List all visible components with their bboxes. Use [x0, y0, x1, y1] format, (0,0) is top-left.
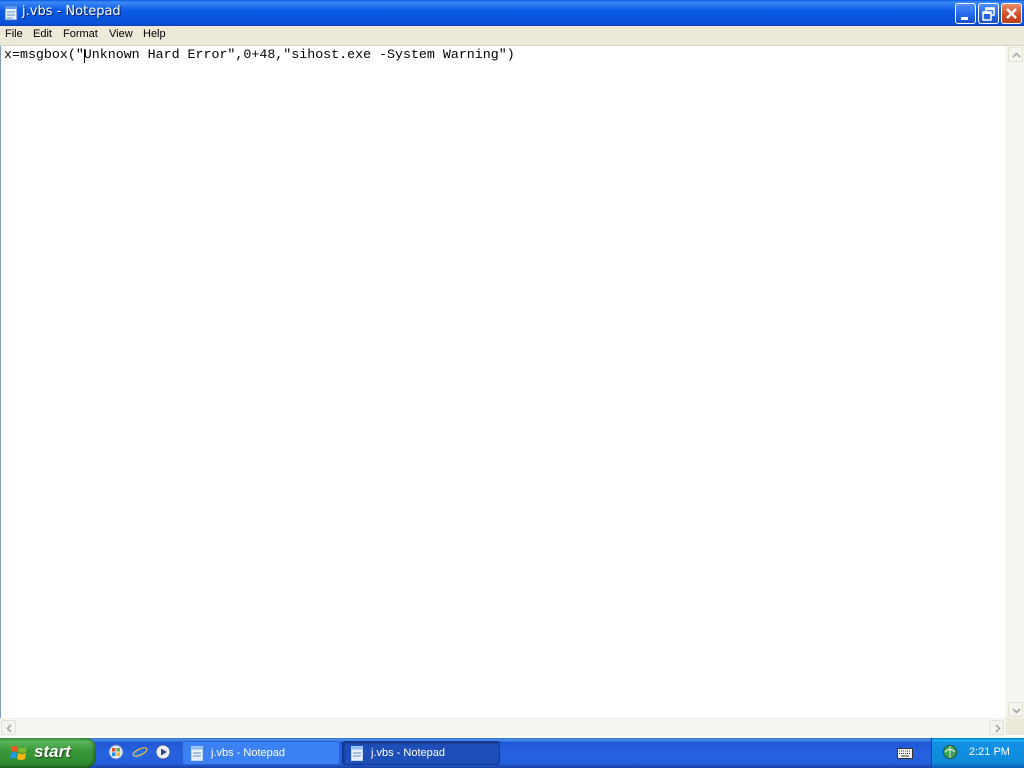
- media-player-icon[interactable]: [155, 744, 171, 760]
- start-button[interactable]: start: [0, 738, 96, 768]
- scroll-up-button[interactable]: [1008, 47, 1023, 62]
- menu-file[interactable]: File: [5, 28, 23, 40]
- taskbar-button-notepad-2[interactable]: j.vbs - Notepad: [342, 741, 500, 765]
- menu-bar: File Edit Format View Help: [0, 26, 1024, 46]
- taskbar-button-label: j.vbs - Notepad: [211, 747, 285, 759]
- arrow-down-icon: [1012, 708, 1021, 714]
- restore-icon: [982, 7, 995, 21]
- system-tray: 2:21 PM: [931, 738, 1024, 768]
- notepad-icon: [191, 746, 203, 761]
- menu-help[interactable]: Help: [143, 28, 166, 40]
- internet-explorer-icon[interactable]: e: [132, 744, 148, 760]
- menu-format[interactable]: Format: [63, 28, 98, 40]
- clock[interactable]: 2:21 PM: [969, 746, 1010, 758]
- text-caret: [84, 49, 85, 63]
- taskbar-button-label: j.vbs - Notepad: [371, 747, 445, 759]
- notepad-icon: [4, 5, 18, 21]
- scroll-right-button[interactable]: [989, 720, 1004, 735]
- close-button[interactable]: [1001, 3, 1022, 24]
- editor-content[interactable]: x=msgbox("Unknown Hard Error",0+48,"siho…: [4, 47, 515, 62]
- horizontal-scrollbar[interactable]: [0, 718, 1006, 736]
- restore-button[interactable]: [978, 3, 999, 24]
- menu-edit[interactable]: Edit: [33, 28, 52, 40]
- arrow-left-icon: [6, 724, 12, 733]
- vertical-scrollbar[interactable]: [1006, 46, 1024, 718]
- size-grip[interactable]: [1006, 718, 1024, 735]
- minimize-icon: [961, 17, 968, 20]
- keyboard-icon[interactable]: [897, 748, 913, 759]
- window-title: j.vbs - Notepad: [22, 4, 121, 19]
- minimize-button[interactable]: [955, 3, 976, 24]
- notepad-icon: [351, 746, 363, 761]
- arrow-up-icon: [1012, 52, 1021, 58]
- scroll-down-button[interactable]: [1008, 702, 1023, 717]
- arrow-right-icon: [995, 724, 1001, 733]
- close-icon: [1006, 8, 1017, 19]
- windows-update-icon[interactable]: [108, 744, 124, 760]
- start-label: start: [34, 742, 71, 761]
- scroll-left-button[interactable]: [1, 720, 16, 735]
- window-titlebar[interactable]: j.vbs - Notepad: [0, 0, 1024, 26]
- taskbar: start e j.vbs - Notepad j.vbs - Notepad: [0, 738, 1024, 768]
- windows-logo-icon: [10, 746, 27, 760]
- text-editor[interactable]: x=msgbox("Unknown Hard Error",0+48,"siho…: [0, 46, 1007, 718]
- network-icon[interactable]: [942, 744, 958, 760]
- menu-view[interactable]: View: [109, 28, 133, 40]
- taskbar-button-notepad-1[interactable]: j.vbs - Notepad: [182, 741, 340, 765]
